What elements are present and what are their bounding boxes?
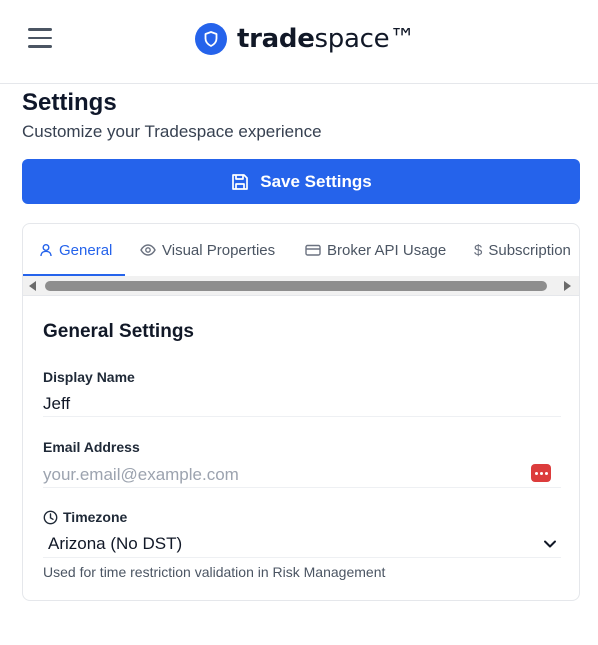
timezone-select[interactable]: Arizona (No DST) xyxy=(43,530,561,558)
tab-subscription-label: Subscription xyxy=(488,241,571,259)
clock-icon xyxy=(43,510,58,524)
settings-tabs: General Visual Properties Broker API Usa… xyxy=(23,224,579,276)
tab-broker-api-usage[interactable]: Broker API Usage xyxy=(305,224,446,276)
app-logo[interactable]: tradespace™ xyxy=(195,22,415,56)
hamburger-menu-icon[interactable] xyxy=(28,28,52,48)
password-manager-icon[interactable] xyxy=(531,464,551,482)
chevron-down-icon xyxy=(544,540,556,547)
top-bar: tradespace™ xyxy=(0,0,598,84)
tabs-scrollbar[interactable] xyxy=(23,276,579,296)
scroll-right-arrow-icon[interactable] xyxy=(564,281,571,291)
floppy-disk-icon xyxy=(232,173,249,190)
tab-visual-properties[interactable]: Visual Properties xyxy=(140,224,275,276)
tab-subscription[interactable]: $ Subscription xyxy=(474,224,571,276)
tab-visual-properties-label: Visual Properties xyxy=(162,241,276,259)
page-title: Settings xyxy=(22,89,117,116)
timezone-selected-value: Arizona (No DST) xyxy=(48,533,183,553)
timezone-hint: Used for time restriction validation in … xyxy=(43,564,386,580)
dollar-icon: $ xyxy=(474,241,483,259)
settings-card: General Visual Properties Broker API Usa… xyxy=(22,223,580,601)
email-label: Email Address xyxy=(43,439,140,455)
tab-general[interactable]: General xyxy=(39,224,112,276)
logo-text: tradespace™ xyxy=(237,24,415,54)
section-title: General Settings xyxy=(43,321,194,342)
save-settings-button[interactable]: Save Settings xyxy=(22,159,580,204)
email-placeholder: your.email@example.com xyxy=(43,464,239,484)
page-subtitle: Customize your Tradespace experience xyxy=(22,122,322,141)
save-settings-label: Save Settings xyxy=(260,171,372,191)
credit-card-icon xyxy=(305,244,321,256)
display-name-label: Display Name xyxy=(43,369,135,385)
tab-broker-api-usage-label: Broker API Usage xyxy=(327,241,447,259)
email-input[interactable]: your.email@example.com xyxy=(43,462,561,488)
logo-text-bold: trade xyxy=(237,24,315,54)
eye-icon xyxy=(140,244,156,256)
scrollbar-thumb[interactable] xyxy=(45,281,547,291)
tab-general-label: General xyxy=(59,241,113,259)
user-icon xyxy=(40,244,52,257)
timezone-label: Timezone xyxy=(63,509,128,525)
scroll-left-arrow-icon[interactable] xyxy=(29,281,36,291)
shield-icon xyxy=(195,23,227,55)
logo-text-light: space™ xyxy=(314,24,416,54)
timezone-label-row: Timezone xyxy=(43,509,127,525)
display-name-input[interactable]: Jeff xyxy=(43,391,561,417)
